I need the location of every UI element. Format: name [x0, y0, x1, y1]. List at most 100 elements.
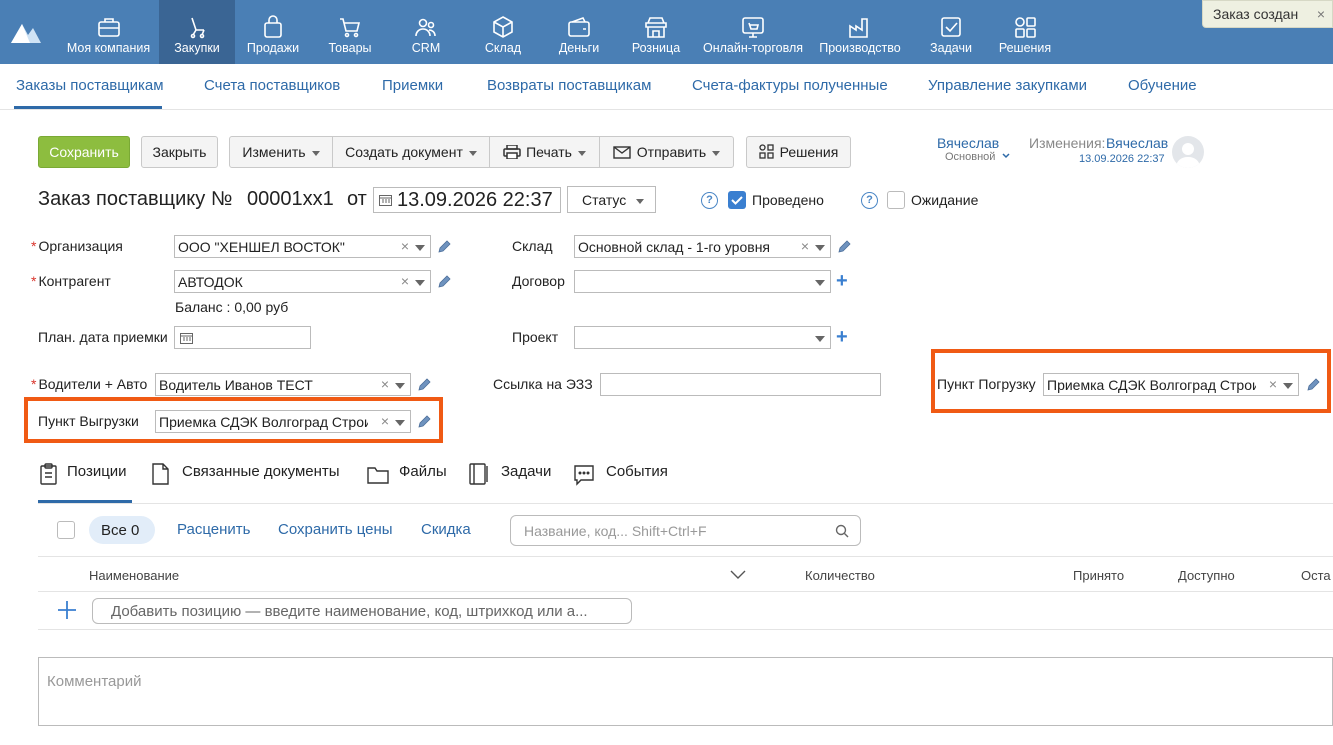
- subnav-invoices-received[interactable]: Счета-фактуры полученные: [692, 77, 888, 94]
- clear-icon[interactable]: ×: [401, 238, 409, 254]
- chevron-down-icon[interactable]: [395, 420, 405, 426]
- nav-item-tasks[interactable]: Задачи: [924, 0, 978, 64]
- toast-close-icon[interactable]: ×: [1317, 6, 1325, 22]
- chevron-down-icon[interactable]: [815, 280, 825, 286]
- ezz-link-input[interactable]: [600, 373, 881, 396]
- drivers-select[interactable]: Водитель Иванов ТЕСТ ×: [155, 373, 411, 396]
- column-quantity[interactable]: Количество: [805, 568, 875, 583]
- nav-item-online-trade[interactable]: Онлайн-торговля: [700, 0, 806, 64]
- subnav-training[interactable]: Обучение: [1128, 77, 1197, 94]
- chevron-down-icon[interactable]: [815, 245, 825, 251]
- send-button[interactable]: Отправить: [599, 136, 734, 168]
- clear-icon[interactable]: ×: [801, 238, 809, 254]
- edit-pencil-icon[interactable]: [837, 240, 851, 254]
- clear-icon[interactable]: ×: [401, 273, 409, 289]
- nav-item-solutions[interactable]: Решения: [994, 0, 1056, 64]
- search-icon: [835, 524, 849, 538]
- add-position-plus-icon[interactable]: [56, 599, 78, 621]
- chevron-down-icon[interactable]: [415, 245, 425, 251]
- subnav-purchase-management[interactable]: Управление закупками: [928, 77, 1087, 94]
- status-dropdown[interactable]: Статус: [567, 186, 656, 213]
- tab-tasks[interactable]: Задачи: [501, 463, 551, 480]
- document-number[interactable]: 00001xx1: [247, 188, 334, 211]
- document-date-field[interactable]: 13.09.2026 22:37: [373, 187, 561, 213]
- tasks-icon: [941, 17, 961, 37]
- tab-related-documents[interactable]: Связанные документы: [182, 463, 340, 480]
- edit-pencil-icon[interactable]: [437, 275, 451, 289]
- save-button[interactable]: Сохранить: [38, 136, 130, 168]
- positions-search-input[interactable]: Название, код... Shift+Ctrl+F: [510, 515, 861, 546]
- edit-pencil-icon[interactable]: [437, 240, 451, 254]
- plan-date-field[interactable]: [174, 326, 311, 349]
- chevron-down-icon[interactable]: [1002, 146, 1010, 162]
- contractor-label: * Контрагент: [31, 273, 111, 289]
- edit-pencil-icon[interactable]: [417, 415, 431, 429]
- waiting-checkbox[interactable]: [887, 191, 905, 209]
- subnav-supplier-invoices[interactable]: Счета поставщиков: [204, 77, 340, 94]
- chevron-down-icon[interactable]: [395, 383, 405, 389]
- nav-item-purchases[interactable]: Закупки: [159, 0, 235, 64]
- all-count-pill[interactable]: Все 0: [89, 516, 155, 544]
- reprice-link[interactable]: Расценить: [177, 521, 250, 538]
- tab-events[interactable]: События: [606, 463, 668, 480]
- add-position-input[interactable]: Добавить позицию — введите наименование,…: [92, 598, 632, 624]
- nav-item-crm[interactable]: CRM: [398, 0, 454, 64]
- contract-select[interactable]: [574, 270, 831, 293]
- column-name[interactable]: Наименование: [89, 568, 179, 583]
- chevron-down-icon[interactable]: [1283, 383, 1293, 389]
- chevron-down-icon[interactable]: [815, 336, 825, 342]
- subnav-supplier-returns[interactable]: Возвраты поставщикам: [487, 77, 651, 94]
- nav-item-warehouse[interactable]: Склад: [474, 0, 532, 64]
- nav-item-sales[interactable]: Продажи: [239, 0, 307, 64]
- envelope-icon: [613, 146, 631, 159]
- project-select[interactable]: [574, 326, 831, 349]
- column-available[interactable]: Доступно: [1178, 568, 1235, 583]
- clear-icon[interactable]: ×: [381, 376, 389, 392]
- clipboard-icon: [40, 463, 57, 485]
- subnav-receipts[interactable]: Приемки: [382, 77, 443, 94]
- edit-pencil-icon[interactable]: [1306, 378, 1320, 392]
- events-icon: [574, 465, 594, 486]
- tabs-divider: [38, 503, 1333, 504]
- comment-textarea[interactable]: Комментарий: [38, 657, 1333, 726]
- add-project-plus-icon[interactable]: +: [836, 327, 848, 347]
- close-button[interactable]: Закрыть: [141, 136, 218, 168]
- clear-icon[interactable]: ×: [1269, 376, 1277, 392]
- subnav-supplier-orders[interactable]: Заказы поставщикам: [16, 77, 164, 94]
- nav-item-goods[interactable]: Товары: [318, 0, 382, 64]
- edit-pencil-icon[interactable]: [417, 378, 431, 392]
- change-button[interactable]: Изменить: [229, 136, 333, 168]
- current-user-name[interactable]: Вячеслав: [937, 135, 999, 151]
- save-prices-link[interactable]: Сохранить цены: [278, 521, 393, 538]
- discount-link[interactable]: Скидка: [421, 521, 471, 538]
- warehouse-select[interactable]: Основной склад - 1-го уровня ×: [574, 235, 831, 258]
- help-icon[interactable]: ?: [701, 192, 718, 209]
- clear-icon[interactable]: ×: [381, 413, 389, 429]
- changes-user[interactable]: Вячеслав: [1106, 135, 1168, 151]
- loading-point-select[interactable]: Приемка СДЭК Волгоград Строите ×: [1043, 373, 1299, 396]
- solutions-button[interactable]: Решения: [746, 136, 851, 168]
- unloading-point-select[interactable]: Приемка СДЭК Волгоград Строите ×: [155, 410, 411, 433]
- logo[interactable]: [8, 18, 42, 46]
- chevron-down-icon[interactable]: [730, 570, 746, 580]
- nav-item-money[interactable]: Деньги: [550, 0, 608, 64]
- help-icon[interactable]: ?: [861, 192, 878, 209]
- cart-icon: [340, 18, 361, 38]
- create-document-button[interactable]: Создать документ: [332, 136, 490, 168]
- avatar[interactable]: [1172, 136, 1204, 168]
- nav-item-production[interactable]: Производство: [816, 0, 904, 64]
- organization-select[interactable]: ООО "ХЕНШЕЛ ВОСТОК" ×: [174, 235, 431, 258]
- column-accepted[interactable]: Принято: [1073, 568, 1124, 583]
- tab-files[interactable]: Файлы: [399, 463, 447, 480]
- changes-label: Изменения:: [1029, 135, 1106, 151]
- print-button[interactable]: Печать: [489, 136, 600, 168]
- tab-positions[interactable]: Позиции: [67, 463, 127, 480]
- column-remaining[interactable]: Оста: [1301, 568, 1331, 583]
- chevron-down-icon[interactable]: [415, 280, 425, 286]
- nav-item-retail[interactable]: Розница: [626, 0, 686, 64]
- select-all-checkbox[interactable]: [57, 521, 75, 539]
- contractor-select[interactable]: АВТОДОК ×: [174, 270, 431, 293]
- posted-checkbox[interactable]: [728, 191, 746, 209]
- add-contract-plus-icon[interactable]: +: [836, 271, 848, 291]
- nav-item-my-company[interactable]: Моя компания: [59, 0, 158, 64]
